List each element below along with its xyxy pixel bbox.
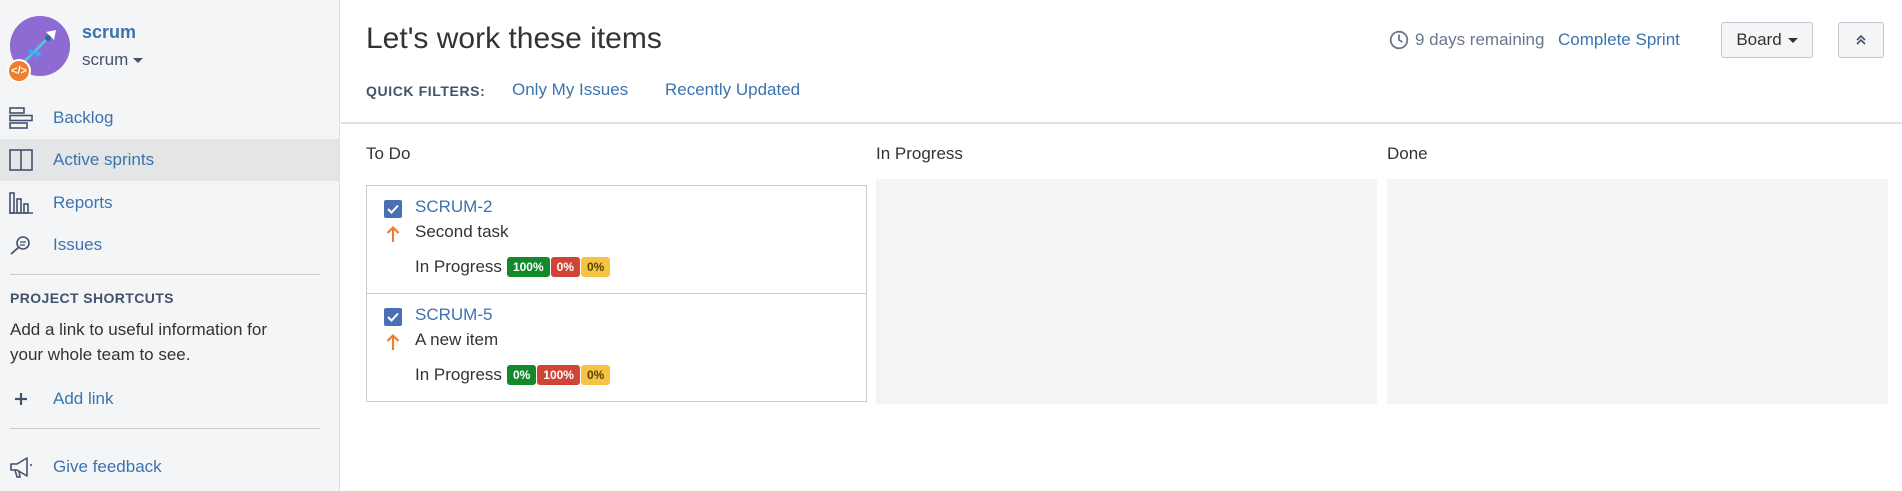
board-main: Let's work these items QUICK FILTERS: On…: [341, 0, 1902, 491]
issues-icon: [8, 232, 34, 258]
sidebar-divider: [10, 428, 320, 429]
give-feedback-button[interactable]: Give feedback: [0, 446, 339, 488]
sidebar-item-backlog[interactable]: Backlog: [0, 97, 339, 139]
progress-pill-done: 0%: [506, 365, 537, 385]
clock-icon: [1389, 30, 1409, 50]
column-in-progress[interactable]: [876, 179, 1377, 404]
backlog-icon: [8, 105, 34, 131]
project-shortcuts-heading: PROJECT SHORTCUTS: [10, 290, 174, 306]
active-sprints-icon: [8, 147, 34, 173]
progress-pill-to-do: 0%: [580, 365, 611, 385]
sidebar-item-label: Backlog: [53, 108, 114, 127]
double-chevron-up-icon: [1856, 34, 1866, 45]
issue-summary: Second task: [415, 222, 509, 241]
quick-filter-recently-updated[interactable]: Recently Updated: [665, 80, 800, 100]
issue-key-link[interactable]: SCRUM-2: [415, 197, 492, 217]
quick-filter-only-my-issues[interactable]: Only My Issues: [512, 80, 628, 100]
project-header: </> scrum scrum: [7, 16, 330, 86]
sprint-time-remaining: 9 days remaining: [1389, 30, 1544, 50]
quick-filters-label: QUICK FILTERS:: [366, 83, 486, 99]
column-header-done: Done: [1387, 144, 1428, 163]
header-divider: [341, 122, 1902, 124]
project-type-label: scrum: [82, 50, 129, 69]
issue-status-row: In Progress 0% 100% 0%: [415, 365, 611, 385]
plus-icon: [8, 386, 34, 412]
sidebar-item-label: Reports: [53, 193, 113, 212]
sidebar-item-label: Issues: [53, 235, 103, 254]
project-type-dropdown[interactable]: scrum: [82, 50, 144, 70]
reports-icon: [8, 190, 34, 216]
progress-pill-in-progress: 100%: [537, 365, 580, 385]
progress-pills: 100% 0% 0%: [506, 257, 611, 277]
give-feedback-label: Give feedback: [53, 457, 162, 476]
column-done[interactable]: [1387, 179, 1888, 404]
issue-card-scrum-2[interactable]: SCRUM-2 Second task In Progress 100% 0% …: [366, 185, 867, 294]
priority-high-arrow-icon: [384, 332, 402, 352]
progress-pill-done: 100%: [506, 257, 550, 277]
complete-sprint-link[interactable]: Complete Sprint: [1558, 30, 1680, 50]
issue-status-label: In Progress: [415, 365, 502, 384]
column-header-in-progress: In Progress: [876, 144, 963, 163]
issue-summary: A new item: [415, 330, 499, 349]
priority-high-arrow-icon: [384, 224, 402, 244]
issue-key-link[interactable]: SCRUM-5: [415, 305, 492, 325]
add-link-label: Add link: [53, 389, 114, 408]
task-type-icon: [384, 200, 402, 218]
add-link-button[interactable]: Add link: [0, 378, 339, 420]
column-header-to-do: To Do: [366, 144, 411, 163]
software-project-badge-icon: </>: [7, 59, 31, 83]
days-remaining-text: 9 days remaining: [1415, 30, 1545, 49]
sidebar-divider: [10, 274, 320, 275]
progress-pill-in-progress: 0%: [550, 257, 580, 277]
column-to-do[interactable]: SCRUM-2 Second task In Progress 100% 0% …: [366, 179, 867, 404]
sidebar-item-label: Active sprints: [53, 150, 155, 169]
collapse-header-button[interactable]: [1838, 22, 1884, 58]
board-dropdown-button[interactable]: Board: [1721, 22, 1813, 58]
project-shortcuts-description: Add a link to useful information for you…: [10, 320, 268, 364]
sidebar-item-active-sprints[interactable]: Active sprints: [0, 139, 339, 181]
progress-pill-to-do: 0%: [580, 257, 611, 277]
sidebar: </> scrum scrum Backlog Active sprints R…: [0, 0, 340, 491]
megaphone-icon: [8, 454, 34, 480]
project-name[interactable]: scrum: [82, 22, 136, 43]
issue-status-row: In Progress 100% 0% 0%: [415, 257, 611, 277]
board-button-label: Board: [1736, 30, 1782, 49]
caret-down-icon: [133, 58, 144, 64]
caret-down-icon: [1787, 37, 1798, 43]
task-type-icon: [384, 308, 402, 326]
page-title: Let's work these items: [366, 22, 662, 55]
progress-pills: 0% 100% 0%: [506, 365, 611, 385]
sidebar-item-issues[interactable]: Issues: [0, 224, 339, 266]
issue-card-scrum-5[interactable]: SCRUM-5 A new item In Progress 0% 100% 0…: [366, 293, 867, 402]
issue-status-label: In Progress: [415, 257, 502, 276]
sidebar-item-reports[interactable]: Reports: [0, 182, 339, 224]
